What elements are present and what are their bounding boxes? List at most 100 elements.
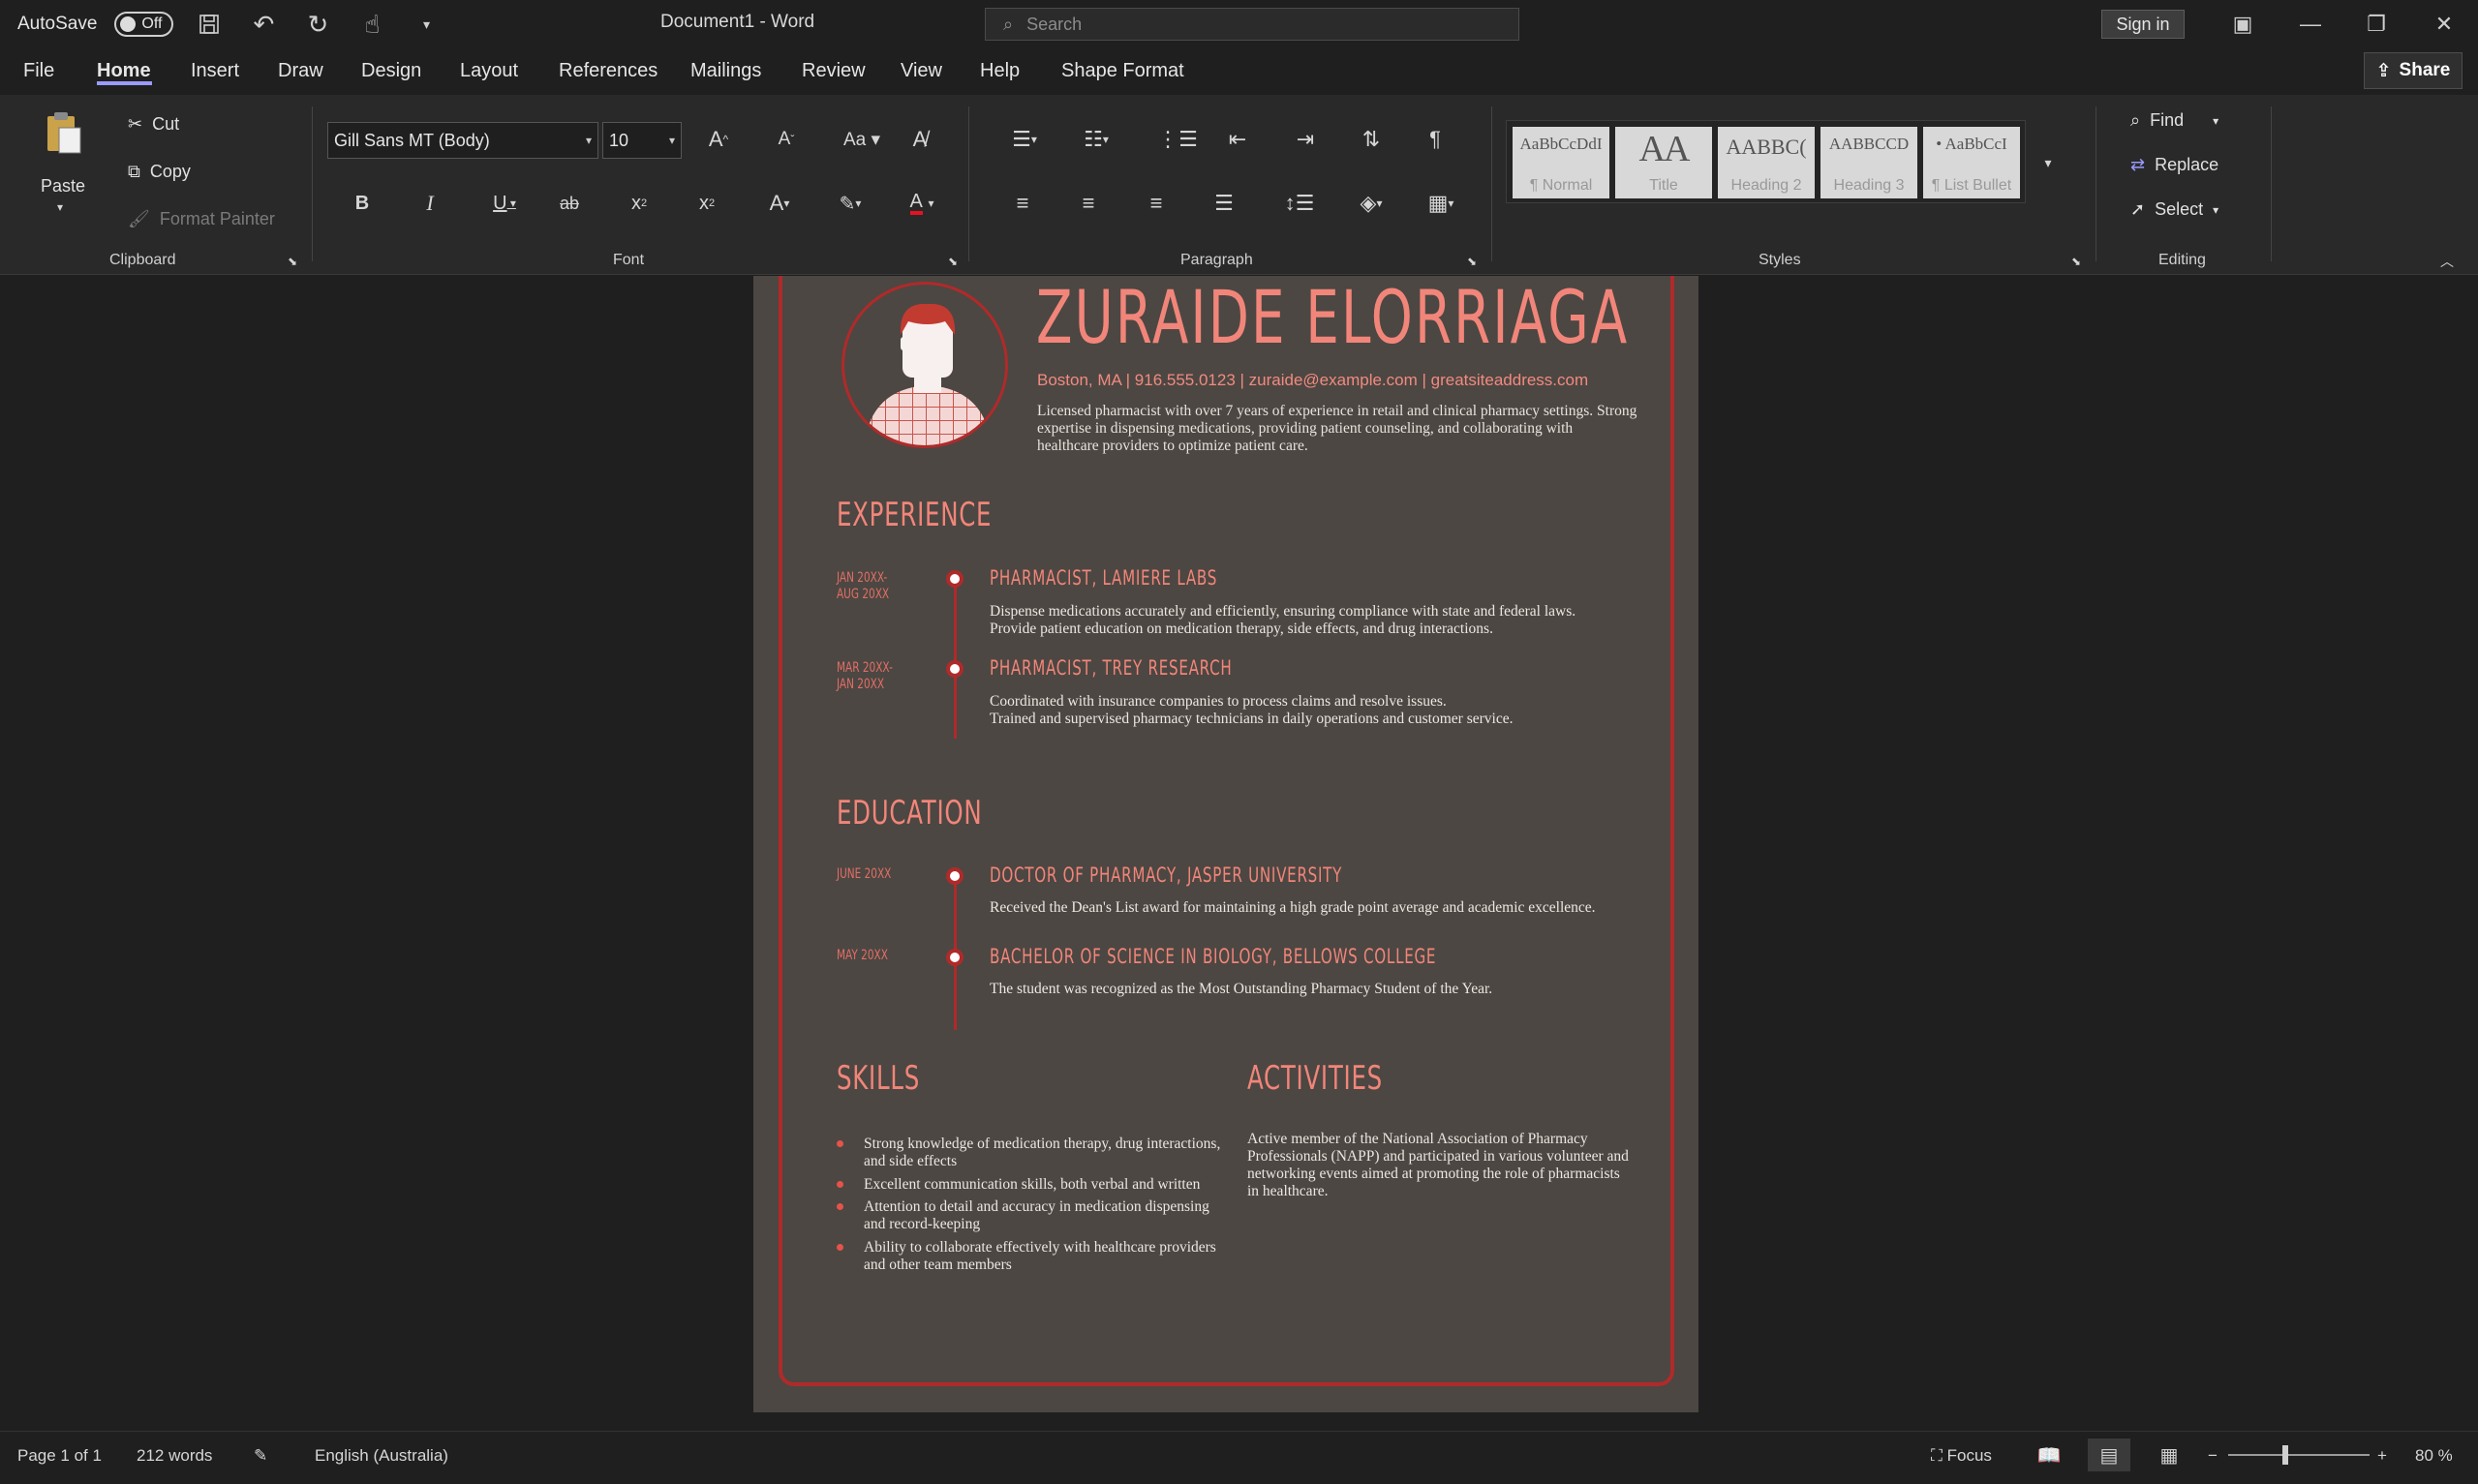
superscript-icon[interactable]: x2: [688, 186, 726, 221]
job-description-line[interactable]: Coordinated with insurance companies to …: [990, 693, 1447, 711]
close-icon[interactable]: ✕: [2415, 6, 2473, 43]
align-right-icon[interactable]: ≡: [1137, 186, 1176, 221]
clear-formatting-icon[interactable]: A̸: [901, 122, 939, 157]
job-title[interactable]: PHARMACIST, LAMIERE LABS: [990, 566, 1217, 590]
summary-text[interactable]: Licensed pharmacist with over 7 years of…: [1037, 403, 1637, 455]
highlight-color-icon[interactable]: ✎ ▾: [823, 186, 877, 221]
copy-button[interactable]: ⧉ Copy: [128, 162, 191, 182]
increase-indent-icon[interactable]: ⇥: [1286, 122, 1325, 157]
show-formatting-marks-icon[interactable]: ¶: [1416, 122, 1454, 157]
bold-icon[interactable]: B: [343, 186, 382, 221]
style-title[interactable]: AA Title: [1615, 127, 1712, 198]
web-layout-icon[interactable]: ▦: [2148, 1439, 2190, 1471]
tab-review[interactable]: Review: [802, 60, 866, 82]
skills-heading[interactable]: SKILLS: [837, 1059, 920, 1098]
cut-button[interactable]: ✂ Cut: [128, 114, 179, 135]
job-title[interactable]: PHARMACIST, TREY RESEARCH: [990, 656, 1232, 680]
italic-icon[interactable]: I: [411, 186, 449, 221]
education-date[interactable]: MAY 20XX: [837, 948, 888, 964]
minimize-icon[interactable]: —: [2281, 6, 2340, 43]
experience-heading[interactable]: EXPERIENCE: [837, 496, 992, 534]
job-description-line[interactable]: Dispense medications accurately and effi…: [990, 603, 1576, 621]
paste-icon[interactable]: [39, 108, 87, 157]
numbering-icon[interactable]: ☷ ▾: [1069, 122, 1123, 157]
sort-icon[interactable]: ⇅: [1352, 122, 1391, 157]
shrink-font-icon[interactable]: Aˇ: [767, 122, 806, 157]
tab-layout[interactable]: Layout: [460, 60, 518, 82]
education-heading[interactable]: EDUCATION: [837, 794, 982, 833]
line-spacing-icon[interactable]: ↕☰: [1272, 186, 1327, 221]
decrease-indent-icon[interactable]: ⇤: [1218, 122, 1257, 157]
paragraph-dialog-launcher-icon[interactable]: ⬊: [1458, 250, 1485, 273]
touch-mode-icon[interactable]: ☝: [353, 6, 390, 43]
avatar[interactable]: [841, 282, 1008, 448]
find-button[interactable]: ⌕ Find ▾: [2130, 110, 2218, 131]
share-button[interactable]: ⇪ Share: [2364, 52, 2463, 89]
ribbon-display-options-icon[interactable]: ▣: [2214, 6, 2272, 43]
tab-shape-format[interactable]: Shape Format: [1061, 60, 1184, 82]
word-count[interactable]: 212 words: [137, 1446, 212, 1466]
paste-dropdown-icon[interactable]: ▾: [41, 197, 79, 217]
styles-dialog-launcher-icon[interactable]: ⬊: [2063, 250, 2090, 273]
sign-in-button[interactable]: Sign in: [2101, 10, 2185, 39]
experience-date-start[interactable]: MAR 20XX-: [837, 660, 893, 677]
education-date[interactable]: JUNE 20XX: [837, 866, 891, 883]
style-list-bullet[interactable]: • AaBbCcI ¶ List Bullet: [1923, 127, 2020, 198]
select-button[interactable]: ➚ Select ▾: [2130, 199, 2218, 220]
resume-name[interactable]: ZURAIDE ELORRIAGA: [1036, 274, 1629, 360]
tab-view[interactable]: View: [901, 60, 942, 82]
font-name-dropdown[interactable]: Gill Sans MT (Body) ▾: [327, 122, 598, 159]
multilevel-list-icon[interactable]: ⋮☰: [1150, 122, 1205, 157]
degree-description[interactable]: Received the Dean's List award for maint…: [990, 899, 1596, 917]
job-description-line[interactable]: Trained and supervised pharmacy technici…: [990, 711, 1513, 728]
undo-icon[interactable]: ↶: [245, 6, 282, 43]
search-input[interactable]: ⌕ Search: [985, 8, 1519, 41]
tab-file[interactable]: File: [23, 60, 54, 82]
tab-draw[interactable]: Draw: [278, 60, 323, 82]
focus-button[interactable]: ⛶ Focus: [1931, 1446, 1992, 1466]
bullets-icon[interactable]: ☰ ▾: [997, 122, 1052, 157]
skill-item[interactable]: Ability to collaborate effectively with …: [864, 1239, 1232, 1274]
shading-icon[interactable]: ◈ ▾: [1344, 186, 1398, 221]
redo-icon[interactable]: ↻: [299, 6, 336, 43]
contact-info[interactable]: Boston, MA | 916.555.0123 | zuraide@exam…: [1037, 371, 1588, 390]
zoom-in-icon[interactable]: +: [2377, 1446, 2387, 1466]
strikethrough-icon[interactable]: ab: [550, 186, 589, 221]
page-count[interactable]: Page 1 of 1: [17, 1446, 102, 1466]
justify-icon[interactable]: ☰: [1205, 186, 1243, 221]
proofing-icon[interactable]: ✎: [254, 1446, 267, 1466]
collapse-ribbon-icon[interactable]: ︿: [2432, 250, 2462, 273]
degree-title[interactable]: BACHELOR OF SCIENCE IN BIOLOGY, BELLOWS …: [990, 945, 1436, 968]
skill-item[interactable]: Attention to detail and accuracy in medi…: [864, 1198, 1232, 1233]
customize-qat-icon[interactable]: ▾: [408, 6, 444, 43]
subscript-icon[interactable]: x2: [620, 186, 658, 221]
tab-mailings[interactable]: Mailings: [690, 60, 761, 82]
autosave-toggle[interactable]: Off: [114, 12, 174, 37]
styles-more-icon[interactable]: ▾: [2034, 145, 2063, 180]
align-center-icon[interactable]: ≡: [1069, 186, 1108, 221]
paste-button[interactable]: Paste: [41, 176, 85, 197]
zoom-out-icon[interactable]: −: [2208, 1446, 2218, 1466]
style-heading-2[interactable]: AABBC(Heading 2: [1718, 127, 1815, 198]
clipboard-dialog-launcher-icon[interactable]: ⬊: [279, 250, 306, 273]
font-size-dropdown[interactable]: 10 ▾: [602, 122, 682, 159]
activities-heading[interactable]: ACTIVITIES: [1247, 1059, 1383, 1098]
experience-date-start[interactable]: JAN 20XX-: [837, 570, 887, 587]
tab-references[interactable]: References: [559, 60, 658, 82]
language-indicator[interactable]: English (Australia): [315, 1446, 448, 1466]
tab-design[interactable]: Design: [361, 60, 421, 82]
style-normal[interactable]: AaBbCcDdI ¶ Normal: [1513, 127, 1609, 198]
experience-date-end[interactable]: JAN 20XX: [837, 677, 884, 693]
zoom-level[interactable]: 80 %: [2415, 1446, 2453, 1466]
align-left-icon[interactable]: ≡: [1003, 186, 1042, 221]
skill-item[interactable]: Excellent communication skills, both ver…: [864, 1176, 1232, 1194]
zoom-slider-thumb[interactable]: [2282, 1445, 2288, 1465]
read-mode-icon[interactable]: 📖: [2028, 1439, 2070, 1471]
change-case-icon[interactable]: Aa ▾: [835, 122, 889, 157]
degree-description[interactable]: The student was recognized as the Most O…: [990, 981, 1492, 998]
tab-home[interactable]: Home: [97, 60, 151, 82]
save-icon[interactable]: [191, 6, 228, 43]
degree-title[interactable]: DOCTOR OF PHARMACY, JASPER UNIVERSITY: [990, 863, 1342, 887]
grow-font-icon[interactable]: A ^: [699, 122, 738, 157]
skill-item[interactable]: Strong knowledge of medication therapy, …: [864, 1136, 1232, 1170]
